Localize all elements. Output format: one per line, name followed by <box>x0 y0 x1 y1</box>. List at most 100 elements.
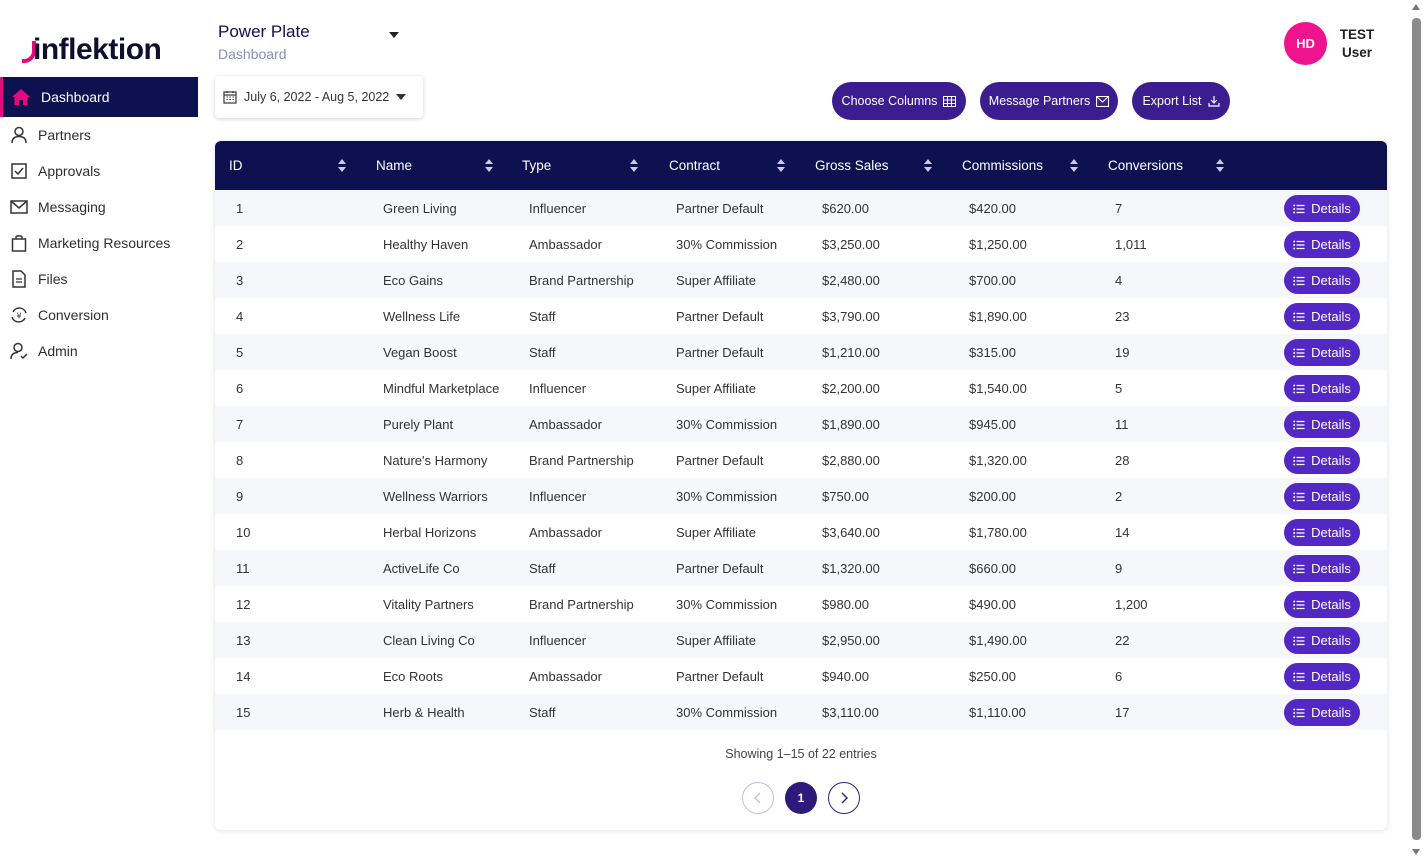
table-cell-conversions: 4 <box>1115 273 1123 288</box>
table-cell-type: Staff <box>529 345 556 360</box>
table-cell-contract: Partner Default <box>676 669 764 684</box>
table-cell-type: Ambassador <box>529 525 602 540</box>
table-cell-gross-sales: $2,200.00 <box>822 381 880 396</box>
avatar[interactable]: HD <box>1284 22 1327 65</box>
column-header-name[interactable]: Name <box>376 141 412 190</box>
details-button[interactable]: Details <box>1284 267 1360 294</box>
table-cell-gross-sales: $980.00 <box>822 597 869 612</box>
choose-columns-button[interactable]: Choose Columns <box>832 82 966 120</box>
table-cell-name: ActiveLife Co <box>383 561 460 576</box>
table-cell-type: Influencer <box>529 381 587 396</box>
column-header-type[interactable]: Type <box>522 141 551 190</box>
table-row: 12 Vitality Partners Brand Partnership 30% … <box>215 586 1387 622</box>
details-button[interactable]: Details <box>1284 375 1360 402</box>
table-cell-commissions: $250.00 <box>969 669 1016 684</box>
file-icon <box>9 269 29 289</box>
table-row: 11 ActiveLife Co Staff Partner Default $1,32… <box>215 550 1387 586</box>
table-cell-gross-sales: $1,210.00 <box>822 345 880 360</box>
table-cell-commissions: $1,540.00 <box>969 381 1027 396</box>
details-button[interactable]: Details <box>1284 411 1360 438</box>
table-cell-commissions: $1,110.00 <box>969 705 1026 720</box>
brand-selector[interactable]: Power Plate Dashboard <box>218 22 408 62</box>
table-cell-gross-sales: $2,480.00 <box>822 273 880 288</box>
table-cell-contract: Partner Default <box>676 561 764 576</box>
table-cell-conversions: 28 <box>1115 453 1130 468</box>
details-button[interactable]: Details <box>1284 627 1360 654</box>
sidebar-nav: Dashboard Partners Approvals Messaging M… <box>0 77 198 369</box>
table-cell-contract: Partner Default <box>676 345 764 360</box>
column-header-contract[interactable]: Contract <box>669 141 720 190</box>
column-header-conversions[interactable]: Conversions <box>1108 141 1183 190</box>
export-list-button[interactable]: Export List <box>1132 82 1230 120</box>
table-cell-id: 5 <box>236 345 244 360</box>
table-body: 1 Green Living Influencer Partner Default $6… <box>215 190 1387 730</box>
list-icon <box>1293 672 1305 681</box>
table-cell-gross-sales: $2,880.00 <box>822 453 880 468</box>
scroll-up-arrow[interactable] <box>1412 4 1420 10</box>
details-button[interactable]: Details <box>1284 483 1360 510</box>
table-cell-gross-sales: $620.00 <box>822 201 869 216</box>
sort-icon[interactable] <box>1070 159 1078 172</box>
table-cell-gross-sales: $1,320.00 <box>822 561 880 576</box>
user-name[interactable]: TEST User <box>1336 26 1378 62</box>
table-header: ID Name Type Contract Gross Sales Commis… <box>215 141 1387 190</box>
scroll-down-arrow[interactable] <box>1412 849 1420 855</box>
download-icon <box>1207 96 1220 107</box>
table-cell-gross-sales: $750.00 <box>822 489 869 504</box>
sort-icon[interactable] <box>777 159 785 172</box>
sort-icon[interactable] <box>485 159 493 172</box>
date-range-picker[interactable]: July 6, 2022 - Aug 5, 2022 <box>215 76 423 118</box>
details-button[interactable]: Details <box>1284 519 1360 546</box>
sidebar-item-dashboard[interactable]: Dashboard <box>0 77 198 117</box>
list-icon <box>1293 708 1305 717</box>
details-button[interactable]: Details <box>1284 699 1360 726</box>
scrollbar[interactable] <box>1412 18 1421 840</box>
sort-icon[interactable] <box>1216 159 1224 172</box>
table-cell-name: Mindful Marketplace <box>383 381 500 396</box>
list-icon <box>1293 636 1305 645</box>
details-button[interactable]: Details <box>1284 447 1360 474</box>
table-cell-id: 14 <box>236 669 251 684</box>
previous-page-button[interactable] <box>742 782 774 814</box>
details-button[interactable]: Details <box>1284 231 1360 258</box>
sort-icon[interactable] <box>924 159 932 172</box>
column-header-id[interactable]: ID <box>229 141 243 190</box>
table-cell-contract: 30% Commission <box>676 237 778 252</box>
sidebar-item-messaging[interactable]: Messaging <box>0 189 198 225</box>
sidebar-item-label: Partners <box>38 127 91 143</box>
details-button[interactable]: Details <box>1284 303 1360 330</box>
details-button[interactable]: Details <box>1284 591 1360 618</box>
table-cell-name: Nature's Harmony <box>383 453 488 468</box>
table-row: 6 Mindful Marketplace Influencer Super Affi… <box>215 370 1387 406</box>
sidebar-item-admin[interactable]: Admin <box>0 333 198 369</box>
table-cell-name: Purely Plant <box>383 417 454 432</box>
inflektion-logo[interactable]: inflektion <box>22 30 162 66</box>
sidebar-item-marketing-resources[interactable]: Marketing Resources <box>0 225 198 261</box>
table-cell-name: Herb & Health <box>383 705 465 720</box>
message-partners-button[interactable]: Message Partners <box>980 82 1118 120</box>
table-cell-name: Vitality Partners <box>383 597 474 612</box>
page-button-current[interactable]: 1 <box>785 782 817 814</box>
sidebar-item-partners[interactable]: Partners <box>0 117 198 153</box>
sort-icon[interactable] <box>630 159 638 172</box>
sort-icon[interactable] <box>338 159 346 172</box>
chevron-down-icon[interactable] <box>389 32 399 38</box>
sidebar-item-approvals[interactable]: Approvals <box>0 153 198 189</box>
next-page-button[interactable] <box>828 782 860 814</box>
column-header-commissions[interactable]: Commissions <box>962 141 1043 190</box>
details-button[interactable]: Details <box>1284 339 1360 366</box>
column-header-gross-sales[interactable]: Gross Sales <box>815 141 889 190</box>
table-cell-name: Wellness Warriors <box>383 489 488 504</box>
list-icon <box>1293 456 1305 465</box>
table-row: 14 Eco Roots Ambassador Partner Default $940… <box>215 658 1387 694</box>
sidebar-item-label: Marketing Resources <box>38 235 171 251</box>
details-button[interactable]: Details <box>1284 555 1360 582</box>
currency-exchange-icon: ¥ <box>9 305 29 325</box>
sidebar-item-conversion[interactable]: ¥ Conversion <box>0 297 198 333</box>
sidebar-item-files[interactable]: Files <box>0 261 198 297</box>
details-button[interactable]: Details <box>1284 663 1360 690</box>
table-cell-contract: Partner Default <box>676 201 764 216</box>
table-cell-gross-sales: $2,950.00 <box>822 633 880 648</box>
table-cell-commissions: $200.00 <box>969 489 1016 504</box>
details-button[interactable]: Details <box>1284 195 1360 222</box>
